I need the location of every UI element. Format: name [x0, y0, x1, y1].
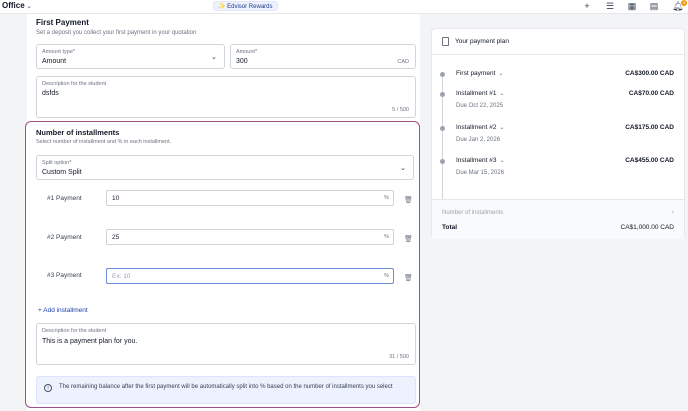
rewards-button[interactable]: ✨ Edvisor Rewards: [213, 1, 278, 11]
installments-count-label: Number of installments: [442, 210, 504, 216]
payment-row-label: #1 Payment: [47, 195, 82, 202]
total-label: Total: [442, 224, 458, 231]
split-option-select[interactable]: Split option* Custom Split ⌄: [36, 155, 414, 180]
plan-item-amount: CA$455.00 CAD: [625, 157, 674, 164]
timeline-dot: [440, 72, 445, 77]
chevron-down-icon: ⌄: [211, 54, 217, 61]
split-option-value: Custom Split: [42, 169, 82, 176]
chevron-down-icon: ⌄: [400, 165, 406, 172]
plan-item-amount: CA$300.00 CAD: [625, 70, 674, 77]
payment-percent-placeholder: Ex: 10: [112, 273, 131, 280]
amount-type-label: Amount type*: [42, 49, 76, 55]
description-value: dsfds: [42, 90, 59, 97]
plan-item-name[interactable]: Installment #3 ⌄: [456, 157, 505, 164]
split-option-label: Split option*: [42, 160, 72, 166]
first-payment-description-field[interactable]: Description for the student dsfds 5 / 50…: [36, 76, 416, 118]
percent-suffix: %: [384, 273, 389, 279]
trash-icon[interactable]: 🗑︎: [404, 275, 413, 283]
plan-item-due: Due Mar 15, 2026: [456, 170, 505, 176]
trash-icon[interactable]: 🗑︎: [404, 236, 413, 244]
chevron-right-icon[interactable]: ›: [672, 209, 674, 216]
first-payment-subtitle: Set a deposit you collect your first pay…: [36, 30, 197, 36]
plan-item-due: Due Oct 22, 2025: [456, 103, 504, 109]
percent-suffix: %: [384, 195, 389, 201]
plan-item-name[interactable]: Installment #1 ⌄: [456, 90, 505, 97]
database-icon[interactable]: ☰: [605, 1, 615, 11]
payment-percent-value: 10: [112, 195, 120, 202]
timeline-dot: [440, 126, 445, 131]
notice-text: The remaining balance after the first pa…: [59, 384, 393, 390]
info-icon: i: [44, 384, 52, 392]
payment-row-label: #3 Payment: [47, 272, 82, 279]
payment-plan-footer: Number of installments › Total CA$1,000.…: [432, 199, 684, 239]
installments-subtitle: Select number of installment and % in ea…: [36, 139, 172, 145]
amount-label: Amount*: [236, 49, 258, 55]
amount-type-select[interactable]: Amount type* Amount ⌄: [36, 44, 225, 69]
amount-currency: CAD: [397, 59, 409, 65]
payment-percent-input[interactable]: 25 %: [106, 229, 394, 245]
plan-item-due: Due Jan 2, 2026: [456, 137, 501, 143]
amount-field[interactable]: Amount* 300 CAD: [230, 44, 416, 69]
timeline-dot: [440, 92, 445, 97]
payment-percent-value: 25: [112, 234, 120, 241]
add-installment-button[interactable]: + Add installment: [38, 307, 88, 314]
chevron-down-icon: ⌄: [499, 91, 505, 97]
percent-suffix: %: [384, 234, 389, 240]
chevron-down-icon: ⌄: [499, 125, 505, 131]
payment-plan-title: Your payment plan: [455, 38, 509, 45]
plan-item-amount: CA$70.00 CAD: [628, 90, 674, 97]
plan-item-amount: CA$175.00 CAD: [625, 124, 674, 131]
installments-title: Number of installments: [36, 128, 120, 137]
chevron-down-icon: ⌄: [498, 71, 504, 77]
top-bar: Office ⌄ ✨ Edvisor Rewards + ☰ ▦ ▤ 🔔︎ 3: [0, 0, 688, 14]
payment-percent-input[interactable]: 10 %: [106, 190, 394, 206]
calendar-icon[interactable]: ▦: [627, 1, 637, 11]
payment-row-label: #2 Payment: [47, 234, 82, 241]
total-value: CA$1,000.00 CAD: [620, 224, 674, 231]
plan-item-name[interactable]: First payment ⌄: [456, 70, 503, 77]
first-payment-title: First Payment: [36, 18, 89, 27]
notification-badge: 3: [681, 0, 687, 6]
description-counter: 5 / 500: [392, 107, 409, 113]
payment-percent-input[interactable]: Ex: 10 %: [106, 268, 394, 284]
timeline-dot: [440, 159, 445, 164]
amount-value: 300: [236, 58, 248, 65]
description-counter: 31 / 500: [389, 354, 409, 360]
plan-item-name[interactable]: Installment #2 ⌄: [456, 124, 505, 131]
info-notice: i The remaining balance after the first …: [36, 376, 416, 404]
chevron-down-icon: ⌄: [499, 158, 505, 164]
office-selector[interactable]: Office ⌄: [2, 1, 32, 10]
payment-plan-panel: Your payment plan First payment ⌄ CA$300.…: [431, 28, 685, 239]
description-label: Description for the student: [42, 328, 107, 334]
description-label: Description for the student: [42, 81, 107, 87]
document-icon: [442, 37, 449, 46]
trash-icon[interactable]: 🗑︎: [404, 197, 413, 205]
clipboard-icon[interactable]: ▤: [649, 1, 659, 11]
plus-icon[interactable]: +: [582, 1, 592, 11]
chevron-down-icon: ⌄: [26, 4, 32, 10]
amount-type-value: Amount: [42, 58, 67, 65]
office-label: Office: [2, 1, 25, 10]
description-value: This is a payment plan for you.: [42, 338, 138, 345]
payment-plan-header: Your payment plan: [432, 29, 684, 55]
installments-description-field[interactable]: Description for the student This is a pa…: [36, 323, 416, 365]
